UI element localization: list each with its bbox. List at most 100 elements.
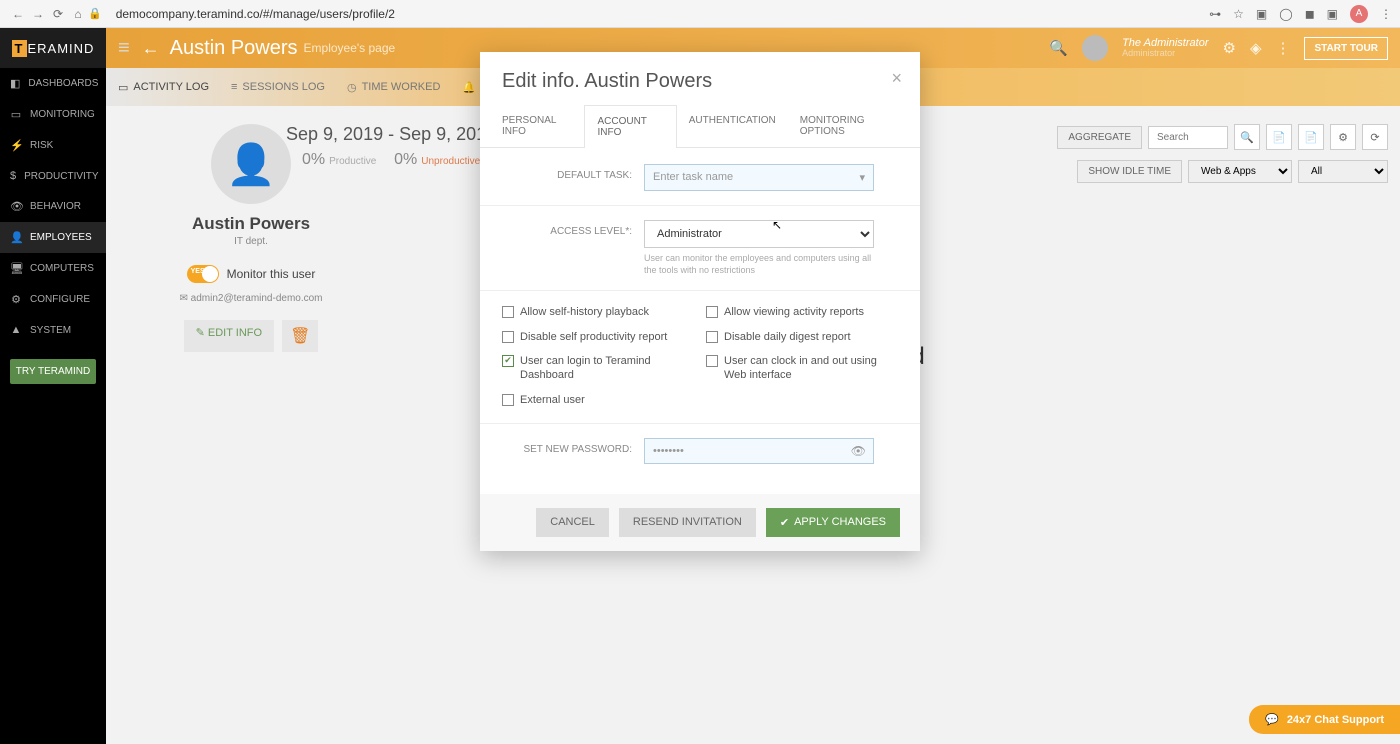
sidebar-label: COMPUTERS <box>30 263 94 274</box>
search-input[interactable] <box>1148 126 1228 149</box>
export2-icon[interactable]: 📄 <box>1298 124 1324 150</box>
kebab-icon[interactable]: ⋮ <box>1380 7 1392 21</box>
checkbox-user-can-clock-in-and-out-usin[interactable]: User can clock in and out using Web inte… <box>706 354 898 383</box>
sidebar-icon: 🖥 <box>10 262 22 275</box>
sidebar-icon: ⚡ <box>10 139 22 152</box>
password-label: SET NEW PASSWORD: <box>502 438 632 455</box>
refresh-icon[interactable]: ⟳ <box>1362 124 1388 150</box>
modal-tab-monitoring-options[interactable]: MONITORING OPTIONS <box>788 105 910 147</box>
star-icon[interactable]: ☆ <box>1233 7 1244 21</box>
sidebar-item-risk[interactable]: ⚡ RISK <box>0 130 106 161</box>
resend-button[interactable]: RESEND INVITATION <box>619 508 756 537</box>
default-task-input[interactable]: Enter task name ▾ <box>644 164 874 191</box>
key-icon[interactable]: ⊶ <box>1209 7 1221 21</box>
all-select[interactable]: All <box>1298 160 1388 183</box>
back-icon[interactable]: ← <box>8 7 28 21</box>
sidebar-icon: ⚙ <box>10 293 22 306</box>
checkbox-label: User can clock in and out using Web inte… <box>724 354 898 383</box>
sidebar-label: DASHBOARDS <box>28 78 98 89</box>
modal-tab-authentication[interactable]: AUTHENTICATION <box>677 105 788 147</box>
gear-icon[interactable]: ⚙ <box>1222 39 1235 57</box>
checkbox-label: Disable self productivity report <box>520 330 667 344</box>
sidebar-item-configure[interactable]: ⚙CONFIGURE <box>0 284 106 315</box>
checkbox-icon <box>706 306 718 318</box>
tab-icon: ▭ <box>118 81 128 94</box>
sidebar: ◧DASHBOARDS ▭ MONITORING ⚡ RISK $ PRODUCTIVITY… <box>0 68 106 744</box>
profile-avatar[interactable]: A <box>1350 5 1368 23</box>
checkbox-disable-self-productivity-repo[interactable]: Disable self productivity report <box>502 330 694 344</box>
checkbox-allow-viewing-activity-reports[interactable]: Allow viewing activity reports <box>706 305 898 319</box>
search-icon[interactable]: 🔍 <box>1049 39 1068 57</box>
edit-info-button[interactable]: ✎ EDIT INFO <box>184 320 274 352</box>
webapps-select[interactable]: Web & Apps <box>1188 160 1292 183</box>
sidebar-item-computers[interactable]: 🖥 COMPUTERS <box>0 253 106 284</box>
sidebar-item-employees[interactable]: 👤EMPLOYEES <box>0 222 106 253</box>
delete-button[interactable]: 🗑 <box>282 320 318 352</box>
sidebar-item-system[interactable]: ▲SYSTEM <box>0 315 106 345</box>
export1-icon[interactable]: 📄 <box>1266 124 1292 150</box>
sidebar-item-productivity[interactable]: $ PRODUCTIVITY <box>0 161 106 191</box>
access-level-select[interactable]: Administrator <box>644 220 874 248</box>
ext4-icon[interactable]: ▣ <box>1327 7 1338 21</box>
tab-sessions-log[interactable]: ≡SESSIONS LOG <box>231 81 325 93</box>
checkbox-label: Disable daily digest report <box>724 330 851 344</box>
modal-tab-personal-info[interactable]: PERSONAL INFO <box>490 105 584 147</box>
checkbox-label: External user <box>520 393 585 407</box>
checkbox-label: User can login to Teramind Dashboard <box>520 354 694 383</box>
monitor-label: Monitor this user <box>227 267 316 281</box>
search-btn-icon[interactable]: 🔍 <box>1234 124 1260 150</box>
checkbox-user-can-login-to-teramind-das[interactable]: ✔User can login to Teramind Dashboard <box>502 354 694 383</box>
try-teramind-button[interactable]: TRY TERAMIND <box>10 359 96 384</box>
modal-tab-account-info[interactable]: ACCOUNT INFO <box>584 105 676 148</box>
chat-support-button[interactable]: 💬 24x7 Chat Support <box>1249 705 1400 734</box>
reload-icon[interactable]: ⟳ <box>48 7 68 21</box>
password-input[interactable] <box>644 438 874 464</box>
toolbar-top: AGGREGATE 🔍 📄 📄 ⚙ ⟳ <box>1057 124 1388 150</box>
sidebar-icon: ▭ <box>10 108 22 121</box>
aggregate-button[interactable]: AGGREGATE <box>1057 126 1142 149</box>
browser-chrome: ← → ⟳ ⌂ 🔒 democompany.teramind.co/#/mana… <box>0 0 1400 28</box>
sidebar-icon: $ <box>10 170 16 182</box>
sidebar-item-monitoring[interactable]: ▭ MONITORING <box>0 99 106 130</box>
checkbox-icon <box>706 355 718 367</box>
checkbox-disable-daily-digest-report[interactable]: Disable daily digest report <box>706 330 898 344</box>
checkbox-allow-self-history-playback[interactable]: Allow self-history playback <box>502 305 694 319</box>
logo-badge: T <box>12 40 27 57</box>
sidebar-label: RISK <box>30 140 53 151</box>
ext2-icon[interactable]: ◯ <box>1279 7 1292 21</box>
tab-label: SESSIONS LOG <box>242 81 325 93</box>
tab-icon: ◷ <box>347 81 357 94</box>
monitor-toggle[interactable]: YES <box>187 265 219 283</box>
sidebar-label: MONITORING <box>30 109 95 120</box>
ext3-icon[interactable]: ◼ <box>1305 7 1315 21</box>
close-icon[interactable]: × <box>891 68 902 89</box>
date-range: Sep 9, 2019 - Sep 9, 2019 <box>286 124 496 145</box>
employee-name: Austin Powers <box>126 214 376 234</box>
sidebar-label: PRODUCTIVITY <box>24 171 98 182</box>
home-icon[interactable]: ⌂ <box>68 7 88 21</box>
ext1-icon[interactable]: ▣ <box>1256 7 1267 21</box>
sidebar-icon: 👤 <box>10 231 22 244</box>
logo[interactable]: TERAMIND <box>0 28 106 68</box>
hamburger-icon[interactable]: ≡ <box>118 37 130 60</box>
start-tour-button[interactable]: START TOUR <box>1304 37 1388 60</box>
url-text[interactable]: democompany.teramind.co/#/manage/users/p… <box>116 7 395 21</box>
eye-icon[interactable]: 👁 <box>851 444 866 458</box>
productive-pct: 0%Productive <box>302 151 376 168</box>
tab-activity-log[interactable]: ▭ACTIVITY LOG <box>118 81 209 94</box>
tab-time-worked[interactable]: ◷TIME WORKED <box>347 81 440 94</box>
back-arrow-icon[interactable]: ← <box>142 38 160 59</box>
user-avatar[interactable] <box>1082 35 1108 61</box>
checkbox-external-user[interactable]: External user <box>502 393 694 407</box>
apply-button[interactable]: ✔ APPLY CHANGES <box>766 508 900 537</box>
sidebar-item-dashboards[interactable]: ◧DASHBOARDS <box>0 68 106 99</box>
settings-icon[interactable]: ⚙ <box>1330 124 1356 150</box>
sidebar-item-behavior[interactable]: 👁BEHAVIOR <box>0 191 106 222</box>
access-helper: User can monitor the employees and compu… <box>644 253 874 276</box>
cancel-button[interactable]: CANCEL <box>536 508 609 537</box>
show-idle-button[interactable]: SHOW IDLE TIME <box>1077 160 1182 183</box>
forward-icon[interactable]: → <box>28 7 48 21</box>
modal-title: Edit info. Austin Powers <box>502 70 712 92</box>
diamond-icon[interactable]: ◈ <box>1250 39 1262 57</box>
more-icon[interactable]: ⋮ <box>1275 39 1290 57</box>
